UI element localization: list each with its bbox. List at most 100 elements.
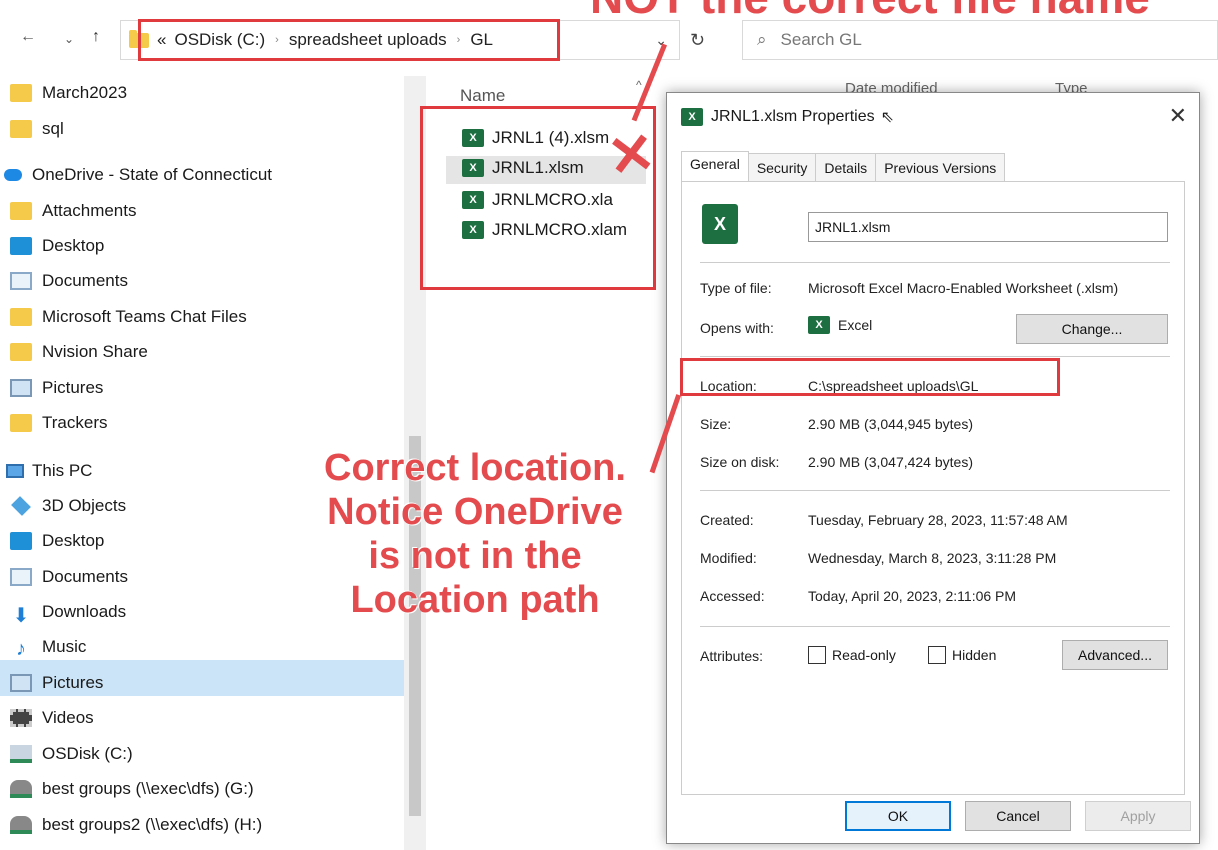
opens-with-label: Opens with:	[700, 320, 774, 336]
cancel-button[interactable]: Cancel	[965, 801, 1071, 831]
apply-button[interactable]: Apply	[1085, 801, 1191, 831]
sidebar-item-pictures-pc[interactable]: Pictures	[10, 668, 103, 698]
accessed-label: Accessed:	[700, 588, 765, 604]
sidebar-item-documents[interactable]: Documents	[10, 266, 128, 296]
column-header-name[interactable]: Name	[460, 86, 505, 106]
network-drive-icon	[10, 816, 32, 834]
sidebar-item-music[interactable]: ♪ Music	[10, 632, 86, 662]
sidebar-item-label: Trackers	[42, 413, 108, 432]
change-button[interactable]: Change...	[1016, 314, 1168, 344]
sidebar-item-label: Attachments	[42, 201, 137, 220]
dialog-title: JRNL1.xlsm Properties	[711, 108, 875, 125]
chevron-down-icon[interactable]: ⌄	[64, 32, 74, 46]
divider	[700, 262, 1170, 263]
desktop-icon	[10, 532, 32, 550]
modified-value: Wednesday, March 8, 2023, 3:11:28 PM	[808, 550, 1057, 566]
downloads-icon: ⬇	[12, 605, 30, 627]
annotation-line: Correct location.	[324, 447, 626, 489]
sidebar-item-label: Desktop	[42, 531, 105, 550]
folder-icon	[10, 84, 32, 102]
search-icon: ⌕	[757, 30, 767, 49]
sidebar-item-onedrive[interactable]: OneDrive - State of Connecticut	[4, 160, 272, 190]
search-input[interactable]: ⌕ Search GL	[742, 20, 1218, 60]
sidebar-item-sql[interactable]: sql	[10, 114, 64, 144]
documents-icon	[10, 568, 32, 586]
search-placeholder: Search GL	[780, 30, 862, 49]
sidebar-item-label: Nvision Share	[42, 342, 148, 361]
sidebar-item-nvision-share[interactable]: Nvision Share	[10, 337, 148, 367]
annotation-line: Notice OneDrive	[327, 491, 623, 533]
attributes-label: Attributes:	[700, 648, 764, 664]
annotation-box-location	[680, 358, 1060, 396]
sidebar-item-osdisk[interactable]: OSDisk (C:)	[10, 739, 133, 769]
sidebar-item-documents-pc[interactable]: Documents	[10, 562, 128, 592]
sidebar-item-desktop-pc[interactable]: Desktop	[10, 526, 104, 556]
folder-icon	[10, 202, 32, 220]
sidebar-item-label: best groups2 (\\exec\dfs) (H:)	[42, 815, 263, 834]
opens-with-value: X Excel	[808, 316, 872, 334]
excel-large-icon: X	[702, 204, 738, 244]
annotation-line: Location path	[350, 579, 600, 621]
folder-icon	[10, 120, 32, 138]
sidebar-item-label: Pictures	[42, 673, 104, 692]
desktop-icon	[10, 237, 32, 255]
sidebar-item-label: OSDisk (C:)	[42, 744, 133, 763]
sidebar-item-label: Documents	[42, 567, 128, 586]
sidebar-item-downloads[interactable]: ⬇ Downloads	[10, 597, 127, 627]
type-of-file-value: Microsoft Excel Macro-Enabled Worksheet …	[808, 280, 1119, 296]
filename-field[interactable]: JRNL1.xlsm	[808, 212, 1168, 242]
sidebar-item-label: Downloads	[42, 602, 127, 621]
annotation-line: is not in the	[368, 535, 582, 577]
sidebar-item-best-groups[interactable]: best groups (\\exec\dfs) (G:)	[10, 774, 254, 804]
sidebar-item-label: Microsoft Teams Chat Files	[42, 307, 247, 326]
checkbox-box[interactable]	[808, 646, 826, 664]
size-on-disk-label: Size on disk:	[700, 454, 780, 470]
refresh-icon[interactable]: ↻	[690, 30, 705, 51]
accessed-value: Today, April 20, 2023, 2:11:06 PM	[808, 588, 1017, 604]
sidebar-item-3d-objects[interactable]: 3D Objects	[10, 491, 126, 521]
sidebar-item-label: sql	[42, 119, 64, 138]
sidebar-item-march2023[interactable]: March2023	[10, 78, 127, 108]
tab-previous-versions[interactable]: Previous Versions	[875, 153, 1006, 182]
read-only-checkbox[interactable]: Read-only	[808, 646, 896, 664]
tab-general[interactable]: General	[681, 151, 749, 182]
videos-icon	[10, 709, 32, 727]
excel-file-icon: X	[681, 108, 703, 126]
excel-app-icon: X	[808, 316, 830, 334]
tab-security[interactable]: Security	[747, 153, 817, 182]
sidebar-item-label: March2023	[42, 83, 128, 102]
sidebar-item-this-pc[interactable]: This PC	[6, 456, 92, 486]
size-label: Size:	[700, 416, 732, 432]
annotation-correct-location: Correct location. Notice OneDrive is not…	[290, 446, 660, 622]
tab-bar: General Security Details Previous Versio…	[681, 151, 1006, 182]
sidebar-item-teams-chat-files[interactable]: Microsoft Teams Chat Files	[10, 302, 247, 332]
sidebar-item-label: Pictures	[42, 378, 104, 397]
dialog-title-bar: X JRNL1.xlsm Properties ⇖	[681, 107, 894, 127]
annotation-box-address	[138, 19, 560, 61]
sidebar-item-label: This PC	[32, 461, 93, 480]
close-icon[interactable]: ✕	[1169, 103, 1187, 129]
sidebar-item-trackers[interactable]: Trackers	[10, 408, 108, 438]
checkbox-box[interactable]	[928, 646, 946, 664]
sidebar-item-pictures[interactable]: Pictures	[10, 373, 103, 403]
sidebar-item-best-groups2[interactable]: best groups2 (\\exec\dfs) (H:)	[10, 810, 262, 840]
pictures-icon	[10, 379, 32, 397]
sidebar-item-desktop[interactable]: Desktop	[10, 231, 104, 261]
sidebar-item-label: Documents	[42, 271, 128, 290]
ok-button[interactable]: OK	[845, 801, 951, 831]
checkbox-label: Read-only	[832, 647, 896, 663]
disk-icon	[10, 745, 32, 763]
divider	[700, 490, 1170, 491]
sidebar-item-attachments[interactable]: Attachments	[10, 196, 137, 226]
sidebar-item-videos[interactable]: Videos	[10, 703, 94, 733]
sidebar-item-label: Desktop	[42, 236, 105, 255]
size-value: 2.90 MB (3,044,945 bytes)	[808, 416, 973, 432]
3d-objects-icon	[11, 496, 31, 516]
checkbox-label: Hidden	[952, 647, 997, 663]
advanced-button[interactable]: Advanced...	[1062, 640, 1168, 670]
back-arrow-icon[interactable]: ←	[20, 28, 36, 46]
up-arrow-icon[interactable]: ↑	[92, 28, 100, 46]
tab-details[interactable]: Details	[815, 153, 877, 182]
hidden-checkbox[interactable]: Hidden	[928, 646, 996, 664]
type-of-file-label: Type of file:	[700, 280, 772, 296]
